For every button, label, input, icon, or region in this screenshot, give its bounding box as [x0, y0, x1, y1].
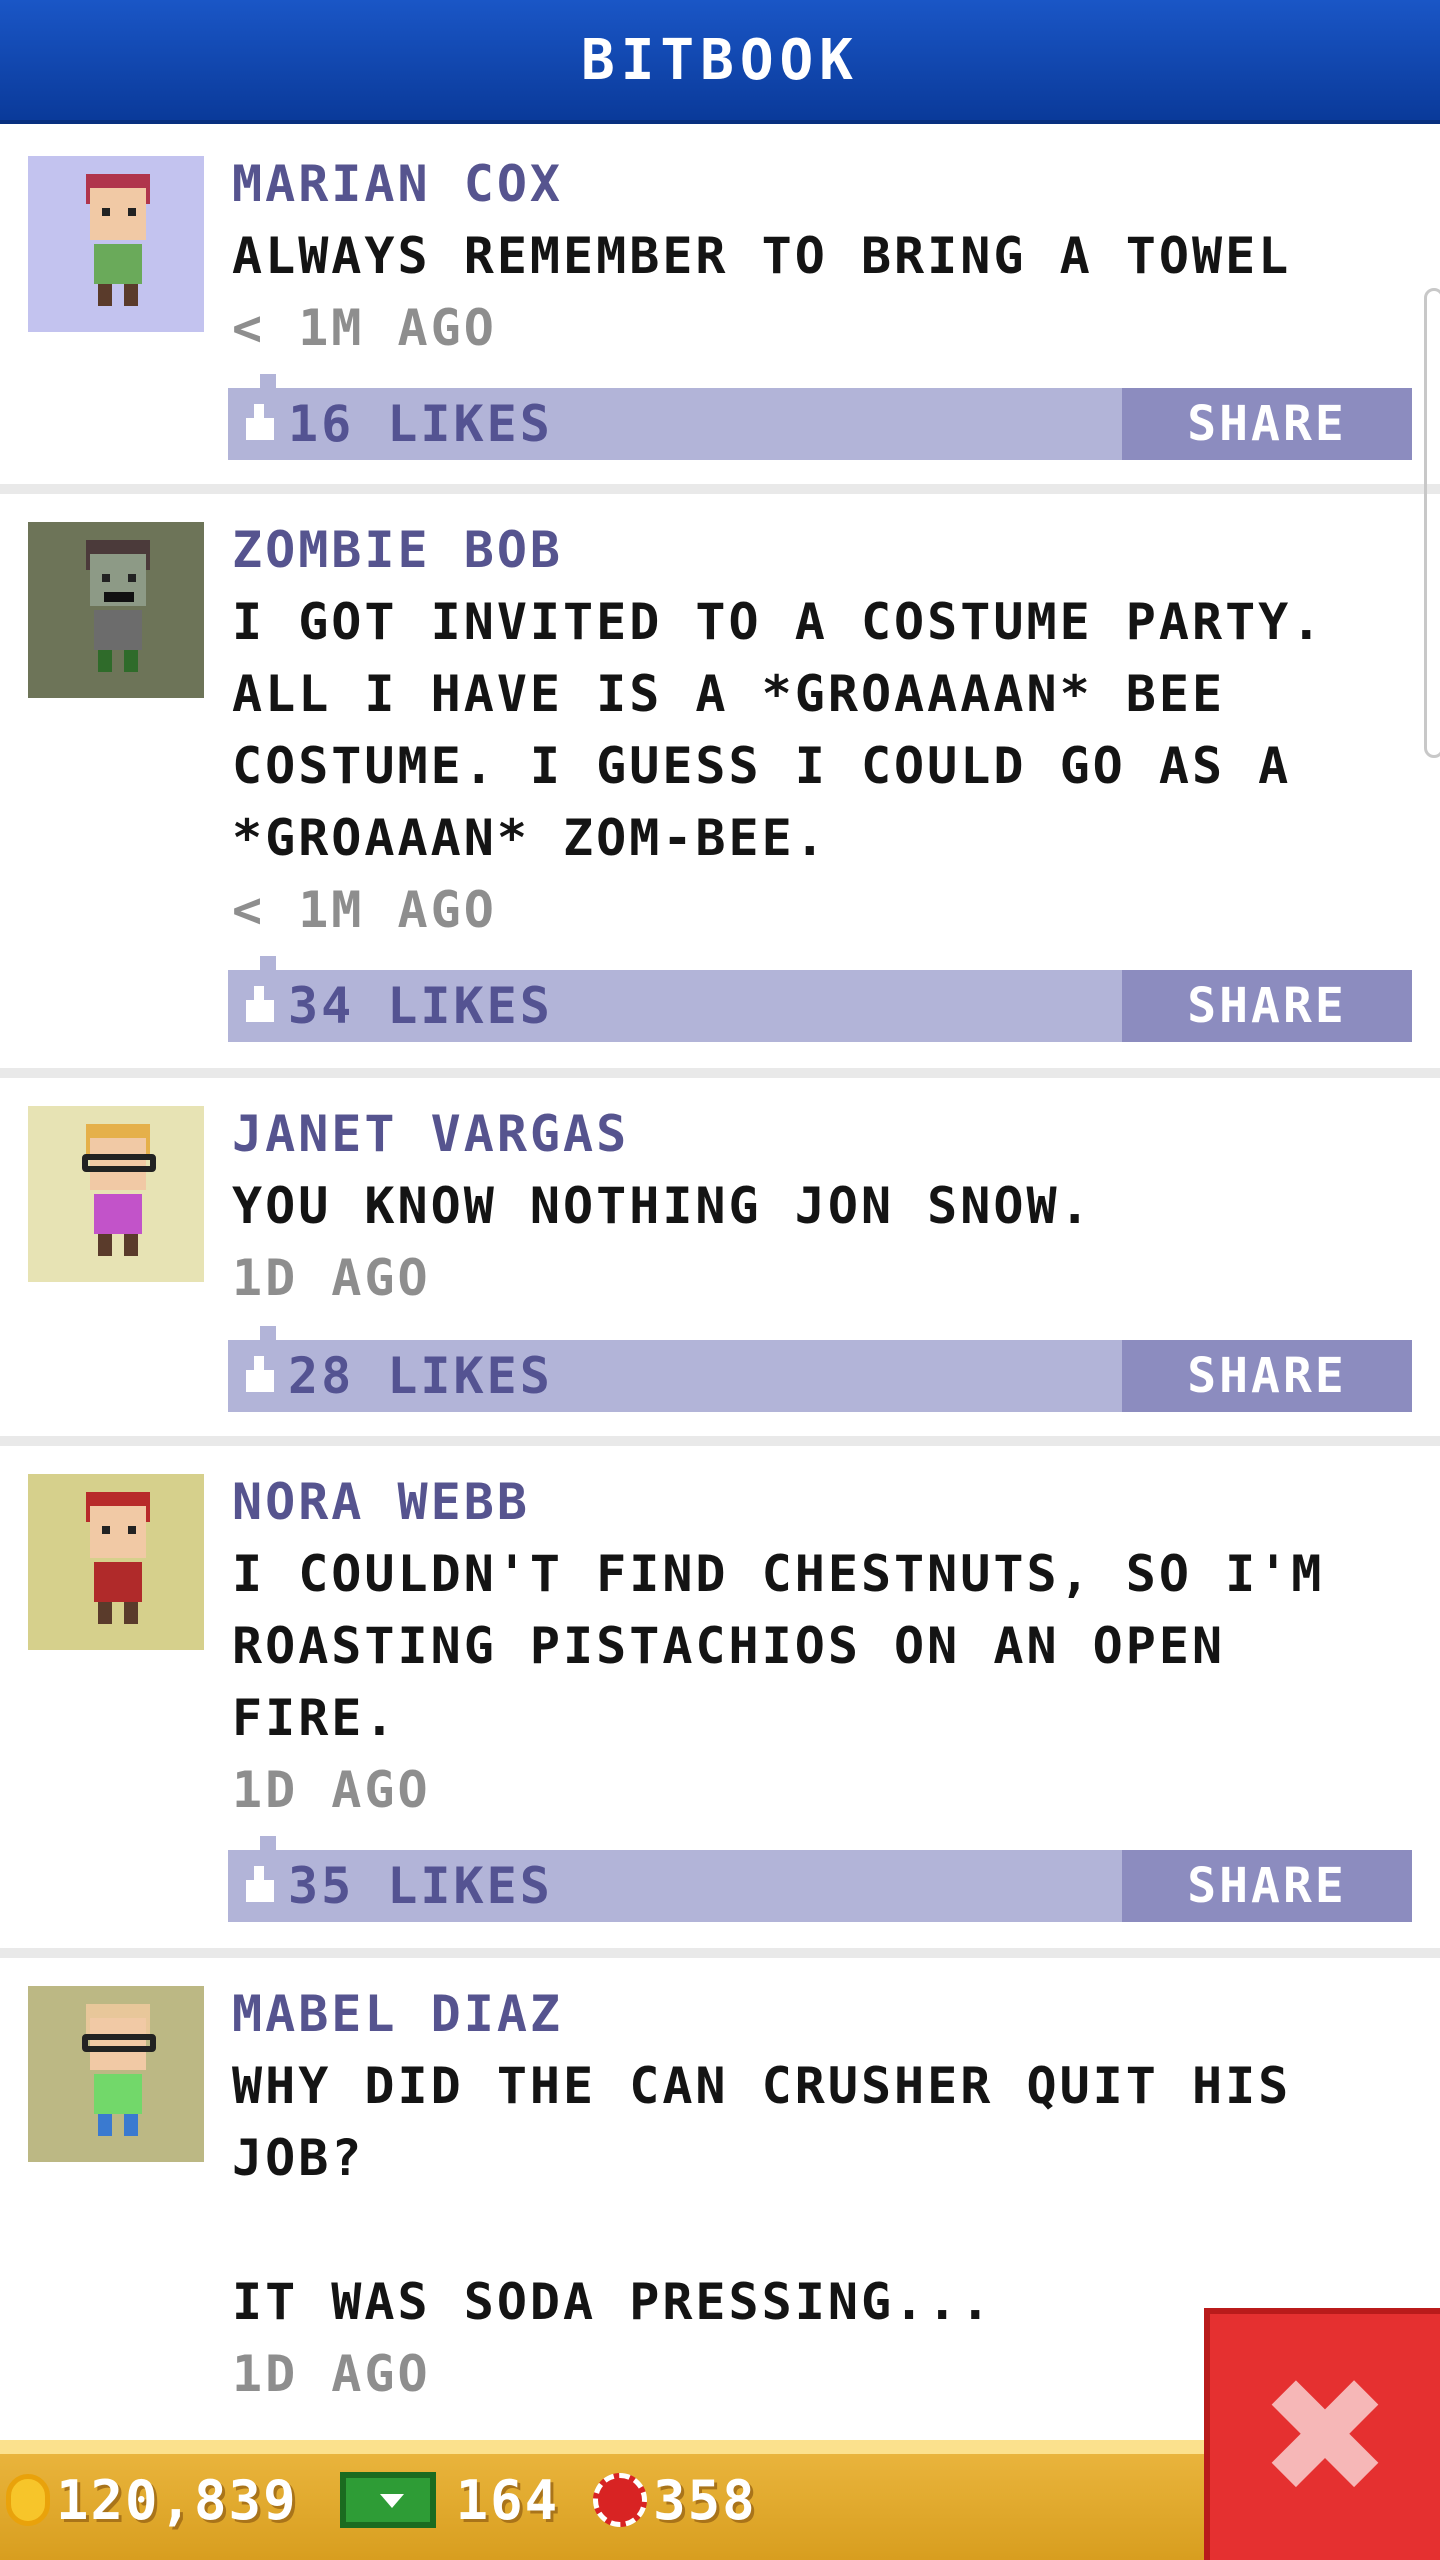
post-message: I COULDN'T FIND CHESTNUTS, SO I'M ROASTI…	[232, 1545, 1325, 1747]
avatar-sprite	[68, 174, 164, 314]
likes-count: 28 LIKES	[288, 1347, 553, 1405]
avatar[interactable]	[28, 1986, 204, 2162]
likes-count: 35 LIKES	[288, 1857, 553, 1915]
post-time: < 1M AGO	[232, 299, 497, 357]
likes-count: 34 LIKES	[288, 977, 553, 1035]
like-bar: 35 LIKES SHARE	[228, 1836, 1412, 1922]
thumbs-up-icon[interactable]	[240, 986, 280, 1026]
avatar[interactable]	[28, 522, 204, 698]
post-content: ZOMBIE BOB I GOT INVITED TO A COSTUME PA…	[232, 514, 1412, 946]
post-content: NORA WEBB I COULDN'T FIND CHESTNUTS, SO …	[232, 1466, 1412, 1826]
share-button[interactable]: SHARE	[1122, 970, 1412, 1042]
likes-count: 16 LIKES	[288, 395, 553, 453]
post-content: MARIAN COX ALWAYS REMEMBER TO BRING A TO…	[232, 148, 1412, 364]
gems-value: 358	[653, 2468, 757, 2532]
gem-icon	[593, 2473, 648, 2527]
cash-counter: 164	[332, 2469, 560, 2532]
like-bar: 16 LIKES SHARE	[228, 374, 1412, 460]
share-button[interactable]: SHARE	[1122, 1850, 1412, 1922]
avatar[interactable]	[28, 156, 204, 332]
like-bar: 34 LIKES SHARE	[228, 956, 1412, 1042]
post: NORA WEBB I COULDN'T FIND CHESTNUTS, SO …	[0, 1446, 1440, 1958]
post-message: WHY DID THE CAN CRUSHER QUIT HIS JOB? IT…	[232, 2057, 1292, 2331]
post: ZOMBIE BOB I GOT INVITED TO A COSTUME PA…	[0, 494, 1440, 1078]
cash-icon	[339, 2472, 436, 2528]
thumbs-up-icon[interactable]	[240, 404, 280, 444]
post-author[interactable]: NORA WEBB	[232, 1466, 1412, 1538]
share-button[interactable]: SHARE	[1122, 1340, 1412, 1412]
scrollbar-thumb[interactable]	[1424, 288, 1440, 758]
thumbs-up-icon[interactable]	[240, 1866, 280, 1906]
post-time: 1D AGO	[232, 1249, 431, 1307]
post-content: JANET VARGAS YOU KNOW NOTHING JON SNOW. …	[232, 1098, 1412, 1314]
avatar[interactable]	[28, 1106, 204, 1282]
post-message: YOU KNOW NOTHING JON SNOW.	[232, 1177, 1093, 1235]
coin-icon	[6, 2474, 50, 2526]
post-message: I GOT INVITED TO A COSTUME PARTY. ALL I …	[232, 593, 1325, 867]
close-icon: ✖	[1257, 2343, 1393, 2530]
close-button[interactable]: ✖	[1204, 2308, 1440, 2560]
share-button[interactable]: SHARE	[1122, 388, 1412, 460]
post-time: 1D AGO	[232, 1761, 431, 1819]
cash-value: 164	[455, 2468, 560, 2532]
feed[interactable]: MARIAN COX ALWAYS REMEMBER TO BRING A TO…	[0, 128, 1440, 2428]
avatar-sprite	[68, 1124, 164, 1264]
coins-value: 120,839	[56, 2468, 298, 2532]
app-title: BITBOOK	[580, 27, 859, 93]
coins-counter: 120,839	[0, 2469, 298, 2532]
post-author[interactable]: ZOMBIE BOB	[232, 514, 1412, 586]
post: JANET VARGAS YOU KNOW NOTHING JON SNOW. …	[0, 1078, 1440, 1446]
post-time: < 1M AGO	[232, 881, 497, 939]
like-bar: 28 LIKES SHARE	[228, 1326, 1412, 1412]
avatar-sprite	[68, 1492, 164, 1632]
avatar[interactable]	[28, 1474, 204, 1650]
gems-counter: 358	[593, 2469, 757, 2532]
thumbs-up-icon[interactable]	[240, 1356, 280, 1396]
avatar-sprite	[68, 2004, 164, 2144]
post-message: ALWAYS REMEMBER TO BRING A TOWEL	[232, 227, 1292, 285]
post-author[interactable]: MARIAN COX	[232, 148, 1412, 220]
post-author[interactable]: MABEL DIAZ	[232, 1978, 1412, 2050]
post-author[interactable]: JANET VARGAS	[232, 1098, 1412, 1170]
avatar-sprite	[68, 540, 164, 680]
app-header: BITBOOK	[0, 0, 1440, 124]
post: MARIAN COX ALWAYS REMEMBER TO BRING A TO…	[0, 128, 1440, 494]
